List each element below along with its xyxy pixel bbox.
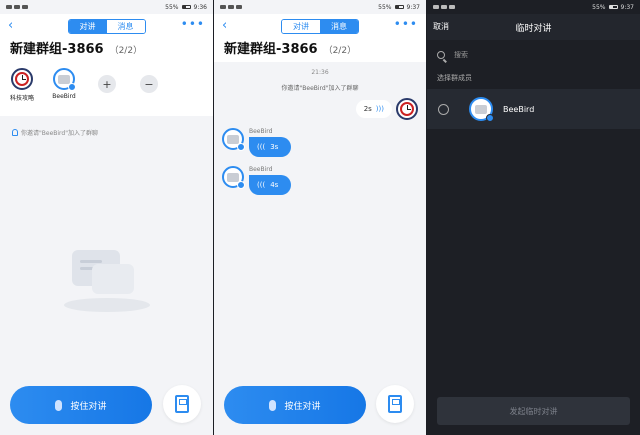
- sender-name: BeeBird: [249, 128, 273, 135]
- tab-talk[interactable]: 对讲: [68, 20, 107, 33]
- device-badge-icon: [68, 83, 76, 91]
- clock-avatar-icon: [15, 72, 29, 86]
- voice-wave-icon: (((: [257, 181, 266, 189]
- battery-label: 55%: [165, 3, 179, 11]
- remove-member-button[interactable]: −: [140, 75, 158, 93]
- device-avatar-icon: [475, 104, 487, 114]
- device-avatar-icon: [227, 172, 239, 182]
- sender-name: BeeBird: [249, 166, 273, 173]
- incoming-voice-message[interactable]: BeeBird ((( 3s: [222, 128, 291, 157]
- voice-duration: 2s: [363, 105, 372, 113]
- battery-icon: [394, 5, 404, 9]
- add-member-button[interactable]: +: [98, 75, 116, 93]
- select-radio[interactable]: [438, 103, 449, 115]
- walkie-talkie-button[interactable]: [163, 385, 201, 423]
- search-input[interactable]: [454, 51, 604, 59]
- start-temp-talk-button[interactable]: 发起临时对讲: [437, 397, 630, 425]
- tab-messages[interactable]: 消息: [106, 20, 145, 33]
- temp-talk-screen: 55% 9:37 取消 临时对讲 选择群成员 BeeBird 发起临时对讲: [427, 0, 640, 435]
- member-row[interactable]: BeeBird: [427, 89, 640, 129]
- member-name: BeeBird: [52, 93, 76, 100]
- group-title: 新建群组-3866: [10, 42, 104, 57]
- tab-talk[interactable]: 对讲: [282, 20, 320, 33]
- walkie-talkie-icon: [388, 395, 402, 413]
- avatar: [222, 128, 245, 151]
- group-title: 新建群组-3866: [224, 42, 318, 57]
- bell-icon: [12, 129, 18, 136]
- search-bar: [427, 40, 640, 70]
- push-to-talk-label: 按住对讲: [70, 401, 107, 412]
- back-arrow-icon[interactable]: ‹: [8, 19, 13, 33]
- member-item[interactable]: 科技攻略: [7, 68, 37, 102]
- avatar: [222, 166, 245, 189]
- voice-wave-icon: (((: [257, 143, 266, 151]
- top-nav: ‹ 对讲 消息 •••: [0, 14, 213, 38]
- voice-duration: 3s: [270, 143, 279, 151]
- voice-duration: 4s: [270, 181, 279, 189]
- back-arrow-icon[interactable]: ‹: [222, 19, 227, 33]
- push-to-talk-button[interactable]: 按住对讲: [10, 386, 152, 424]
- voice-bubble[interactable]: ((( 4s: [249, 175, 291, 195]
- push-to-talk-label: 按住对讲: [284, 401, 321, 412]
- avatar: [396, 98, 418, 120]
- clock-label: 9:36: [193, 3, 207, 11]
- voice-bubble[interactable]: 2s ))): [355, 100, 392, 118]
- microphone-icon: [269, 399, 277, 411]
- device-badge-icon: [486, 114, 494, 122]
- message-list: 21:36 你邀请"BeeBird"加入了群聊 2s ))) BeeBird (…: [214, 62, 426, 435]
- tab-switch: 对讲 消息: [281, 19, 359, 34]
- avatar: [11, 68, 33, 90]
- status-bar: 55% 9:37: [214, 0, 426, 14]
- tab-messages[interactable]: 消息: [320, 20, 358, 33]
- empty-chat-illustration: [62, 250, 152, 320]
- search-icon: [437, 51, 445, 59]
- top-nav: 取消 临时对讲: [427, 14, 640, 40]
- avatar: [53, 68, 76, 91]
- voice-bubble[interactable]: ((( 3s: [249, 137, 291, 157]
- walkie-talkie-icon: [175, 395, 189, 413]
- member-count: （2/2）: [323, 46, 357, 56]
- more-icon[interactable]: •••: [394, 17, 418, 31]
- battery-label: 55%: [592, 3, 606, 11]
- member-name: 科技攻略: [9, 95, 34, 102]
- clock-label: 9:37: [406, 3, 420, 11]
- invite-notice: 你邀请"BeeBird"加入了群聊: [12, 128, 98, 137]
- member-count: （2/2）: [109, 46, 143, 56]
- walkie-talkie-button[interactable]: [376, 385, 414, 423]
- section-label: 选择群成员: [437, 74, 472, 82]
- top-nav: ‹ 对讲 消息 •••: [214, 14, 426, 38]
- battery-icon: [181, 5, 191, 9]
- member-item[interactable]: BeeBird: [49, 68, 79, 100]
- voice-wave-icon: ))): [375, 105, 384, 113]
- system-message: 你邀请"BeeBird"加入了群聊: [281, 85, 359, 92]
- group-title-bar: 新建群组-3866 （2/2）: [214, 38, 426, 62]
- outgoing-voice-message[interactable]: 2s ))): [355, 98, 418, 120]
- messages-screen: 55% 9:37 ‹ 对讲 消息 ••• 新建群组-3866 （2/2） 21:…: [214, 0, 426, 435]
- message-timestamp: 21:36: [311, 69, 329, 76]
- more-icon[interactable]: •••: [181, 17, 205, 31]
- invite-notice-text: 你邀请"BeeBird"加入了群聊: [21, 130, 98, 137]
- tab-switch: 对讲 消息: [67, 19, 146, 34]
- push-to-talk-button[interactable]: 按住对讲: [224, 386, 366, 424]
- status-bar: 55% 9:36: [0, 0, 213, 14]
- talk-screen: 55% 9:36 ‹ 对讲 消息 ••• 新建群组-3866 （2/2） 科技攻…: [0, 0, 213, 435]
- page-title: 临时对讲: [515, 24, 552, 34]
- avatar: [469, 97, 494, 122]
- device-badge-icon: [237, 181, 245, 189]
- member-strip: 科技攻略 BeeBird + −: [0, 62, 213, 116]
- clock-label: 9:37: [620, 3, 634, 11]
- device-badge-icon: [237, 143, 245, 151]
- group-title-bar: 新建群组-3866 （2/2）: [0, 38, 213, 62]
- clock-avatar-icon: [400, 102, 414, 116]
- microphone-icon: [55, 399, 63, 411]
- battery-icon: [608, 5, 618, 9]
- battery-label: 55%: [378, 3, 392, 11]
- member-name: BeeBird: [503, 104, 535, 114]
- status-bar: 55% 9:37: [427, 0, 640, 14]
- device-avatar-icon: [58, 74, 70, 84]
- incoming-voice-message[interactable]: BeeBird ((( 4s: [222, 166, 291, 195]
- device-avatar-icon: [227, 134, 239, 144]
